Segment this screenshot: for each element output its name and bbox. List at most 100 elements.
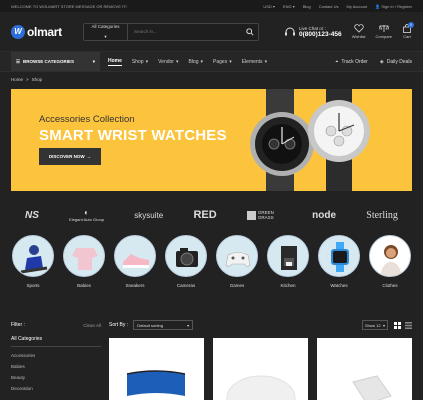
list-view-icon[interactable] xyxy=(405,321,412,329)
currency-select[interactable]: USD ▾ xyxy=(263,4,275,9)
category-image xyxy=(114,235,156,277)
camera-icon xyxy=(176,248,198,267)
category-label: Babies xyxy=(77,283,91,288)
smartwatch-icon xyxy=(331,242,349,272)
logo[interactable]: W olmart xyxy=(11,24,83,39)
nav-item-elements[interactable]: Elements ▾ xyxy=(242,58,267,66)
filter-item-decoration[interactable]: Decoration xyxy=(11,386,101,391)
grid-view-icon[interactable] xyxy=(394,321,401,329)
search-category-select[interactable]: All Categories ▾ xyxy=(84,23,128,40)
track-order-link[interactable]: ⌖ Track Order xyxy=(336,59,368,65)
brand-logo[interactable]: skysuite xyxy=(134,211,163,220)
live-chat[interactable]: Live Chat or : 0(800)123-456 xyxy=(284,26,342,38)
filter-header: Filter : Clean All xyxy=(11,318,101,332)
logo-text: olmart xyxy=(27,24,62,39)
language-select[interactable]: ENG ▾ xyxy=(283,4,295,9)
cart-button[interactable]: 0 Cart xyxy=(402,22,414,39)
filter-item-accessories[interactable]: Accessories xyxy=(11,353,101,358)
snowboarder-icon xyxy=(20,245,48,274)
top-bar: WELCOME TO WOLMART STORE MESSAGE OR REMO… xyxy=(0,0,423,12)
category-sports[interactable]: Sports xyxy=(11,235,55,288)
coffee-machine-icon xyxy=(281,246,297,270)
category-label: Kitchen xyxy=(280,283,296,288)
clean-all-button[interactable]: Clean All xyxy=(83,323,101,328)
gamepad-icon xyxy=(225,252,251,267)
headset-icon xyxy=(285,27,295,35)
promo-banner: Accessories Collection SMART WRIST WATCH… xyxy=(11,89,412,191)
discover-now-button[interactable]: DISCOVER NOW → xyxy=(39,148,101,165)
nav-menu: Home Shop ▾ Vendor ▾ Blog ▾ Pages ▾ Elem… xyxy=(108,58,267,66)
brand-name: Sterling xyxy=(366,209,398,221)
sort-select[interactable]: Default sorting ▾ xyxy=(133,320,194,330)
contact-us-link[interactable]: Contact Us xyxy=(319,4,339,9)
compare-button[interactable]: Compare xyxy=(376,24,392,39)
signin-link[interactable]: 👤 Sign In / Register xyxy=(375,4,412,9)
category-sneakers[interactable]: Sneakers xyxy=(113,235,157,288)
brand-logo[interactable]: Sterling xyxy=(366,210,398,221)
product-toolbar: Sort By : Default sorting ▾ Show 12 ▾ xyxy=(109,318,412,332)
brand-logo[interactable]: NS xyxy=(25,210,39,221)
nav-item-vendor[interactable]: Vendor ▾ xyxy=(158,58,178,66)
compare-label: Compare xyxy=(375,34,392,39)
search-input[interactable] xyxy=(128,29,242,34)
category-games[interactable]: Games xyxy=(215,235,259,288)
nav-item-shop[interactable]: Shop ▾ xyxy=(132,58,148,66)
brand-emblem-icon xyxy=(246,210,256,220)
nav-item-blog[interactable]: Blog ▾ xyxy=(188,58,203,66)
product-card[interactable] xyxy=(213,338,308,400)
category-babies[interactable]: Babies xyxy=(62,235,106,288)
my-account-link[interactable]: My Account xyxy=(347,4,368,9)
nav-item-label: Vendor xyxy=(158,58,174,65)
brand-name: GREEN GRASS xyxy=(257,210,274,220)
daily-deals-link[interactable]: ◈ Daily Deals xyxy=(380,59,412,65)
brand-logo[interactable]: ◐ Elegant Auto Group xyxy=(69,208,104,222)
brand-logo[interactable]: GREEN GRASS xyxy=(246,210,282,220)
filter-item-babies[interactable]: Babies xyxy=(11,364,101,369)
view-toggle xyxy=(394,321,412,329)
heart-icon xyxy=(353,24,364,33)
brand-name: node xyxy=(312,209,337,221)
nav-right-links: ⌖ Track Order ◈ Daily Deals xyxy=(336,59,412,65)
woman-portrait-icon xyxy=(380,245,402,276)
cart-count-badge: 0 xyxy=(408,22,414,28)
category-kitchen[interactable]: Kitchen xyxy=(266,235,310,288)
category-image xyxy=(318,235,360,277)
blog-link[interactable]: Blog xyxy=(303,4,311,9)
product-card[interactable] xyxy=(317,338,412,400)
brand-name: Elegant Auto Group xyxy=(69,217,105,222)
all-categories-heading[interactable]: All Categories xyxy=(11,336,101,347)
category-label: Cameras xyxy=(176,283,196,288)
filter-sidebar: Filter : Clean All All Categories Access… xyxy=(11,318,101,391)
brand-logo[interactable]: node xyxy=(312,210,336,221)
breadcrumb-home[interactable]: Home xyxy=(11,77,23,82)
category-watches[interactable]: Watches xyxy=(317,235,361,288)
wishlist-button[interactable]: Wishlist xyxy=(352,24,366,39)
page: WELCOME TO WOLMART STORE MESSAGE OR REMO… xyxy=(0,0,423,400)
search-button[interactable] xyxy=(242,27,258,36)
arrow-right-icon: → xyxy=(86,154,92,159)
category-image xyxy=(12,235,54,277)
nav-item-pages[interactable]: Pages ▾ xyxy=(213,58,232,66)
browse-categories-label: BROWSE CATEGORIES xyxy=(23,59,74,64)
browse-categories-button[interactable]: ☰ BROWSE CATEGORIES ▾ xyxy=(11,52,100,71)
brand-name: RED xyxy=(193,209,217,221)
product-card[interactable] xyxy=(109,338,204,400)
sort-value: Default sorting xyxy=(137,322,163,328)
brand-name: NS xyxy=(25,209,39,221)
filter-item-beauty[interactable]: Beauty xyxy=(11,375,101,380)
baby-clothes-icon xyxy=(72,248,98,270)
show-count-select[interactable]: Show 12 ▾ xyxy=(362,320,388,330)
nav-item-home[interactable]: Home xyxy=(108,58,122,66)
search-icon xyxy=(246,27,254,36)
category-image xyxy=(63,235,105,277)
daily-deals-label: Daily Deals xyxy=(386,58,412,65)
chevron-down-icon: ▾ xyxy=(104,33,107,39)
category-label: Sports xyxy=(26,283,40,288)
track-order-label: Track Order xyxy=(341,58,368,65)
category-cameras[interactable]: Cameras xyxy=(164,235,208,288)
main-nav: ☰ BROWSE CATEGORIES ▾ Home Shop ▾ Vendor… xyxy=(0,52,423,72)
category-clothes[interactable]: Clothes xyxy=(368,235,412,288)
welcome-message: WELCOME TO WOLMART STORE MESSAGE OR REMO… xyxy=(11,3,127,9)
user-icon: 👤 xyxy=(375,3,381,9)
brand-logo[interactable]: RED xyxy=(193,209,216,221)
